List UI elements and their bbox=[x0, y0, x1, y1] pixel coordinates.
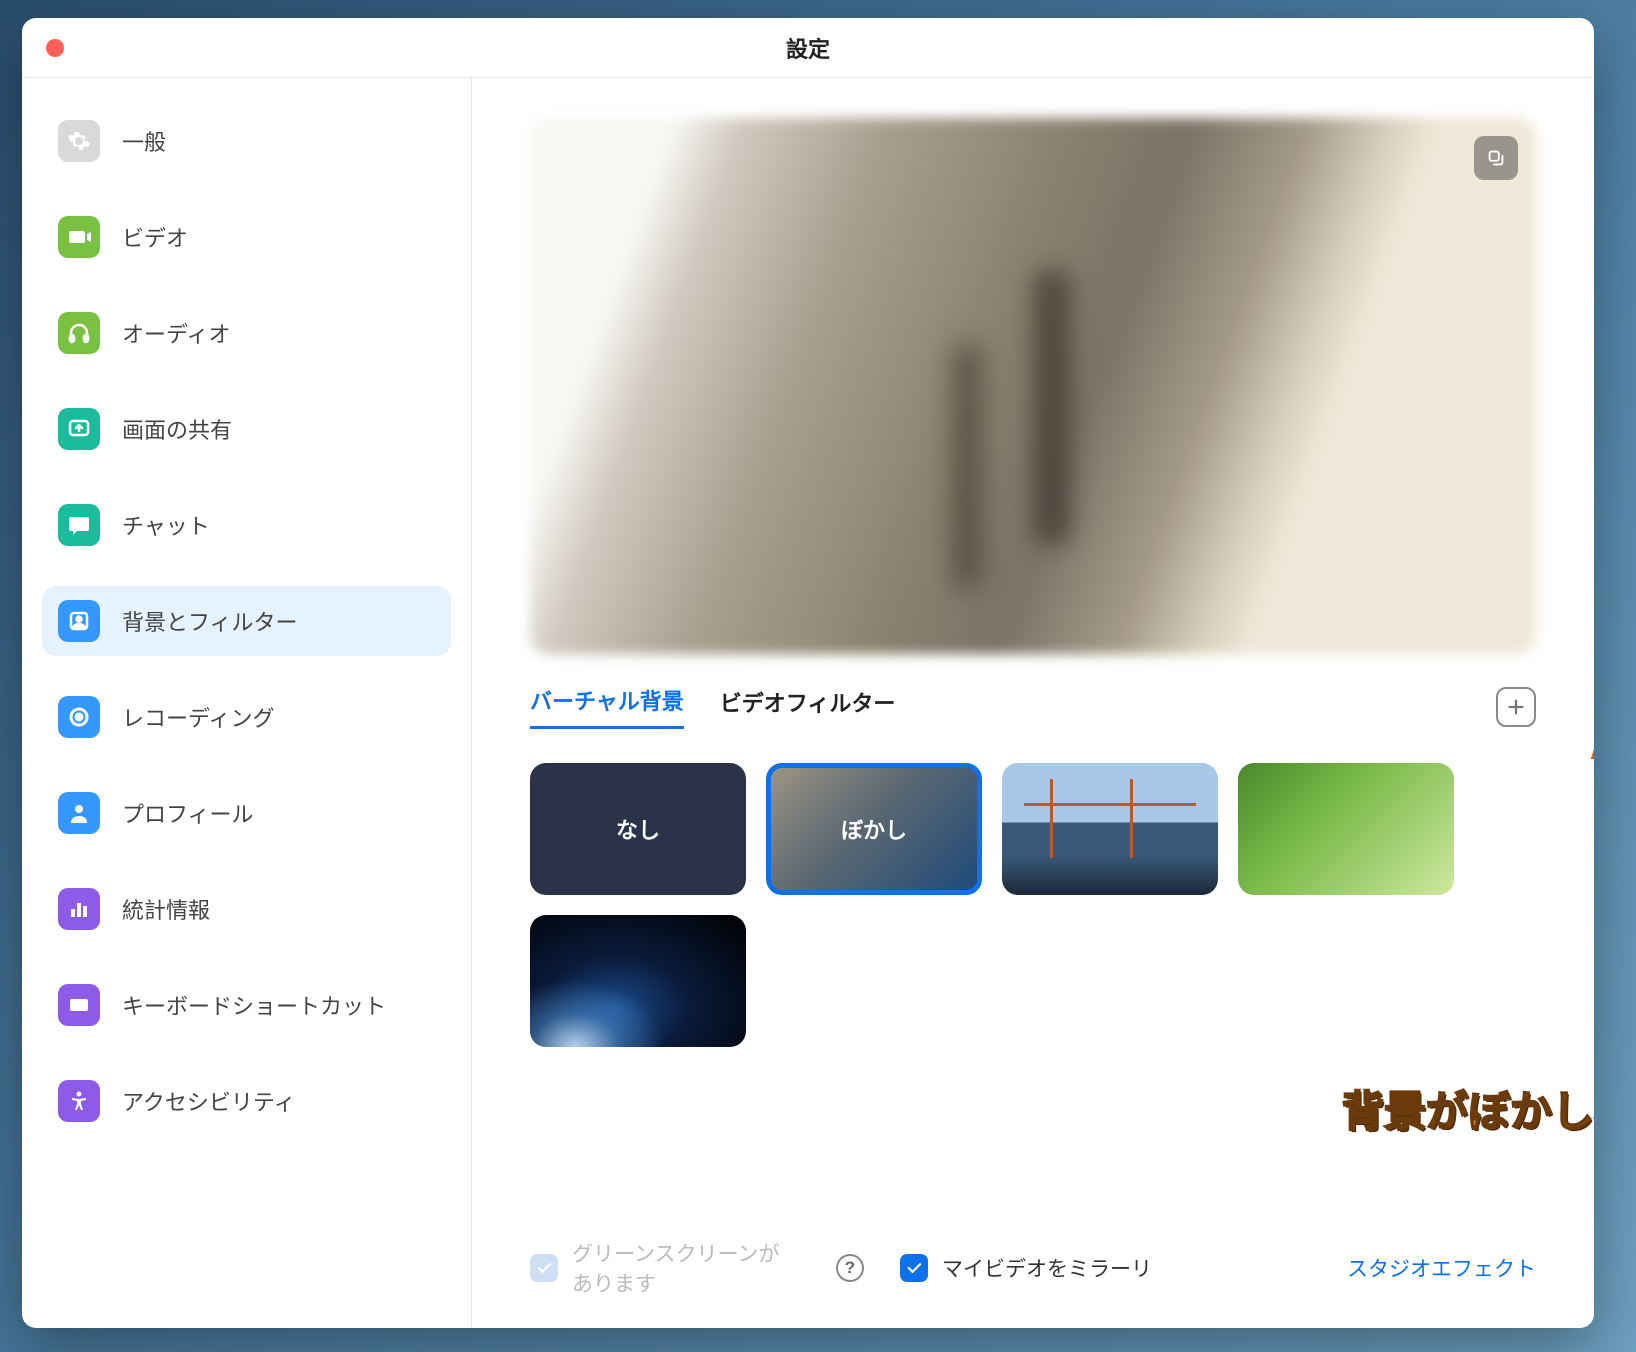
tab-virtual-background[interactable]: バーチャル背景 bbox=[530, 684, 684, 729]
keyboard-icon bbox=[58, 984, 100, 1026]
annotation-text: 背景がぼかし状態になった！ bbox=[1342, 1078, 1594, 1139]
sidebar-item-label: チャット bbox=[122, 509, 210, 541]
help-icon[interactable]: ? bbox=[836, 1254, 864, 1282]
background-option-grass[interactable] bbox=[1238, 763, 1454, 895]
sidebar-item-recording[interactable]: レコーディング bbox=[42, 682, 451, 752]
settings-window: 設定 一般 ビデオ オーディオ bbox=[22, 18, 1594, 1328]
background-option-label: なし bbox=[616, 813, 660, 845]
sidebar-item-keyboard-shortcuts[interactable]: キーボードショートカット bbox=[42, 970, 451, 1040]
sidebar-item-label: 統計情報 bbox=[122, 893, 210, 925]
add-background-button[interactable] bbox=[1496, 687, 1536, 727]
sidebar-item-label: 画面の共有 bbox=[122, 413, 232, 445]
headphones-icon bbox=[58, 312, 100, 354]
close-window-button[interactable] bbox=[46, 39, 64, 57]
content-pane: バーチャル背景 ビデオフィルター なし ぼかし bbox=[472, 78, 1594, 1328]
sidebar-item-chat[interactable]: チャット bbox=[42, 490, 451, 560]
sidebar-item-label: 背景とフィルター bbox=[122, 605, 298, 637]
titlebar: 設定 bbox=[22, 18, 1594, 78]
sidebar-item-label: ビデオ bbox=[122, 221, 188, 253]
green-screen-checkbox bbox=[530, 1254, 558, 1282]
background-option-none[interactable]: なし bbox=[530, 763, 746, 895]
video-icon bbox=[58, 216, 100, 258]
mirror-label: マイビデオをミラーリ bbox=[942, 1253, 1152, 1283]
sidebar-item-label: キーボードショートカット bbox=[122, 989, 386, 1021]
green-screen-option: グリーンスクリーンがあります bbox=[530, 1238, 800, 1298]
background-icon bbox=[58, 600, 100, 642]
stats-icon bbox=[58, 888, 100, 930]
background-grid: なし ぼかし bbox=[530, 763, 1536, 1047]
sidebar-item-background-filters[interactable]: 背景とフィルター bbox=[42, 586, 451, 656]
sidebar-item-statistics[interactable]: 統計情報 bbox=[42, 874, 451, 944]
sidebar-item-label: プロフィール bbox=[122, 797, 254, 829]
background-option-bridge[interactable] bbox=[1002, 763, 1218, 895]
background-option-label: ぼかし bbox=[841, 813, 907, 845]
sidebar-item-audio[interactable]: オーディオ bbox=[42, 298, 451, 368]
record-icon bbox=[58, 696, 100, 738]
accessibility-icon bbox=[58, 1080, 100, 1122]
footer-controls: グリーンスクリーンがあります ? マイビデオをミラーリ スタジオエフェクト bbox=[530, 1208, 1536, 1298]
profile-icon bbox=[58, 792, 100, 834]
rotate-preview-button[interactable] bbox=[1474, 136, 1518, 180]
sidebar-item-video[interactable]: ビデオ bbox=[42, 202, 451, 272]
annotation-arrow bbox=[1562, 668, 1594, 1128]
sidebar-item-label: 一般 bbox=[122, 125, 166, 157]
sidebar: 一般 ビデオ オーディオ 画面の共有 bbox=[22, 78, 472, 1328]
background-option-earth[interactable] bbox=[530, 915, 746, 1047]
video-preview-image bbox=[530, 118, 1536, 654]
sidebar-item-label: オーディオ bbox=[122, 317, 230, 349]
background-option-blur[interactable]: ぼかし bbox=[766, 763, 982, 895]
video-preview bbox=[530, 118, 1536, 654]
tab-video-filter[interactable]: ビデオフィルター bbox=[720, 686, 896, 728]
green-screen-label: グリーンスクリーンがあります bbox=[572, 1238, 800, 1298]
sidebar-item-share-screen[interactable]: 画面の共有 bbox=[42, 394, 451, 464]
sidebar-item-label: レコーディング bbox=[122, 701, 274, 733]
traffic-lights bbox=[46, 39, 64, 57]
tabs: バーチャル背景 ビデオフィルター bbox=[530, 684, 1536, 729]
sidebar-item-general[interactable]: 一般 bbox=[42, 106, 451, 176]
sidebar-item-accessibility[interactable]: アクセシビリティ bbox=[42, 1066, 451, 1136]
share-screen-icon bbox=[58, 408, 100, 450]
gear-icon bbox=[58, 120, 100, 162]
studio-effects-link[interactable]: スタジオエフェクト bbox=[1347, 1253, 1536, 1283]
chat-icon bbox=[58, 504, 100, 546]
sidebar-item-profile[interactable]: プロフィール bbox=[42, 778, 451, 848]
mirror-option[interactable]: マイビデオをミラーリ bbox=[900, 1253, 1152, 1283]
sidebar-item-label: アクセシビリティ bbox=[122, 1085, 296, 1117]
window-title: 設定 bbox=[22, 32, 1594, 64]
mirror-checkbox[interactable] bbox=[900, 1254, 928, 1282]
